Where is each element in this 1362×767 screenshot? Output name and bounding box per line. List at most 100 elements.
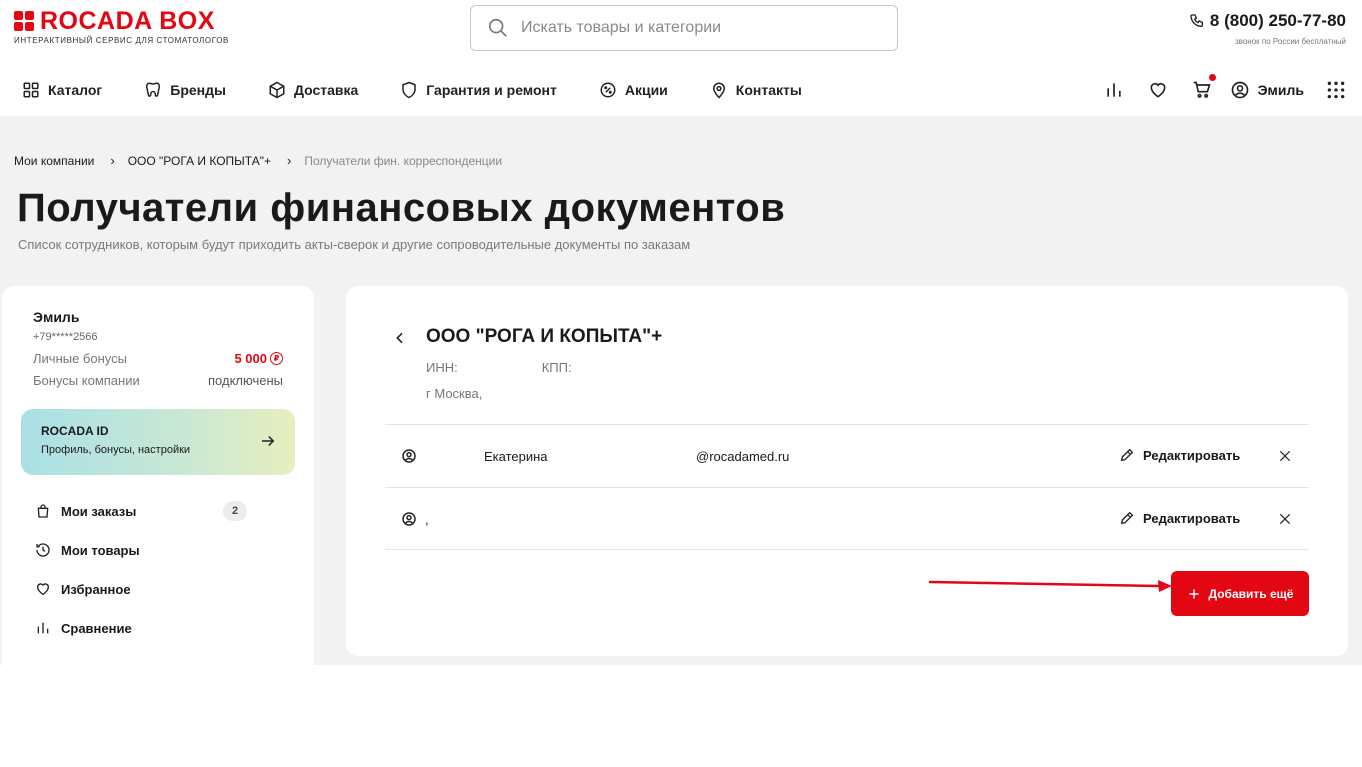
nav-warranty[interactable]: Гарантия и ремонт — [400, 78, 557, 102]
account-name: Эмиль — [33, 309, 80, 325]
recipient-email: @rocadamed.ru — [696, 449, 790, 464]
company-bonus-label: Бонусы компании — [33, 373, 140, 388]
user-profile-link[interactable]: Эмиль — [1230, 80, 1304, 100]
page-title: Получатели финансовых документов — [17, 186, 786, 230]
nav-label: Каталог — [48, 82, 103, 98]
search-input[interactable] — [521, 19, 881, 37]
edit-button[interactable]: Редактировать — [1119, 510, 1240, 526]
breadcrumb-current: Получатели фин. корреспонденции — [304, 153, 503, 168]
apps-menu-button[interactable] — [1324, 78, 1348, 102]
company-bonus-value: подключены — [208, 373, 283, 388]
user-circle-icon — [402, 449, 416, 463]
annotation-arrow-icon — [928, 580, 1172, 592]
favorites-button[interactable] — [1146, 78, 1170, 102]
location-pin-icon — [712, 82, 725, 99]
recipient-name: , — [425, 512, 429, 527]
logo-mark-icon — [14, 11, 34, 31]
logo[interactable]: ROCADA BOX ИНТЕРАКТИВНЫЙ СЕРВИС ДЛЯ СТОМ… — [14, 9, 284, 45]
site-header: ROCADA BOX ИНТЕРАКТИВНЫЙ СЕРВИС ДЛЯ СТОМ… — [0, 0, 1362, 116]
pencil-icon — [1120, 448, 1134, 462]
nav-label: Бренды — [170, 82, 226, 98]
grid-icon — [23, 82, 39, 98]
breadcrumb-my-companies[interactable]: Мои компании — [14, 154, 94, 168]
nav-delivery[interactable]: Доставка — [268, 78, 358, 102]
box-icon — [269, 81, 285, 99]
logo-subtitle: ИНТЕРАКТИВНЫЙ СЕРВИС ДЛЯ СТОМАТОЛОГОВ — [14, 36, 229, 45]
company-address: г Москва, — [426, 386, 483, 401]
chevron-left-icon[interactable] — [392, 330, 408, 346]
sidebar-item-compare[interactable]: Сравнение — [35, 620, 245, 636]
cart-button[interactable] — [1190, 74, 1216, 102]
nav-label: Акции — [624, 82, 668, 98]
ruble-icon: ₽ — [270, 352, 283, 365]
edit-label: Редактировать — [1143, 510, 1241, 526]
breadcrumb: Мои компании › ООО "РОГА И КОПЫТА"+ › По… — [14, 153, 502, 168]
user-nav: Эмиль — [1082, 74, 1348, 102]
dots-grid-icon — [1327, 81, 1345, 99]
recipients-card: ООО "РОГА И КОПЫТА"+ ИНН: КПП: г Москва,… — [346, 286, 1348, 656]
personal-bonus-amount: 5 000 ₽ — [234, 351, 283, 366]
nav-label: Доставка — [293, 82, 359, 98]
nav-contacts[interactable]: Контакты — [710, 78, 802, 102]
personal-bonus-label: Личные бонусы — [33, 351, 127, 366]
company-requisites: ИНН: КПП: — [426, 360, 572, 375]
heart-icon — [1150, 82, 1166, 98]
plus-icon — [1188, 588, 1199, 599]
personal-bonus-value: 5 000 — [234, 351, 267, 366]
nav-label: Контакты — [735, 82, 802, 98]
nav-promotions[interactable]: Акции — [599, 78, 668, 102]
user-circle-icon — [1231, 81, 1248, 99]
breadcrumb-company[interactable]: ООО "РОГА И КОПЫТА"+ — [128, 154, 271, 168]
compare-button[interactable] — [1102, 78, 1126, 102]
search-box[interactable] — [470, 5, 898, 51]
heart-icon — [36, 583, 50, 596]
sidebar-item-label: Мои заказы — [61, 503, 137, 519]
close-icon[interactable] — [1278, 512, 1292, 526]
nav-brands[interactable]: Бренды — [144, 78, 226, 102]
page-subtitle: Список сотрудников, которым будут приход… — [18, 237, 691, 252]
user-circle-icon — [402, 512, 416, 526]
cart-icon — [1193, 81, 1211, 98]
table-row: Екатерина @rocadamed.ru Редактировать — [385, 424, 1309, 487]
edit-button[interactable]: Редактировать — [1119, 447, 1240, 463]
close-icon[interactable] — [1278, 449, 1292, 463]
sidebar-item-my-products[interactable]: Мои товары — [35, 542, 245, 558]
pencil-icon — [1120, 511, 1134, 525]
rocada-id-subtitle: Профиль, бонусы, настройки — [41, 444, 191, 456]
phone-block: 8 (800) 250-77-80 звонок по России беспл… — [1189, 11, 1346, 46]
chevron-right-icon: › — [110, 153, 115, 168]
sidebar-item-favorites[interactable]: Избранное — [35, 581, 245, 597]
percent-badge-icon — [600, 82, 616, 98]
account-sidebar: Эмиль +79*****2566 Личные бонусы 5 000 ₽ … — [2, 286, 314, 676]
nav-catalog[interactable]: Каталог — [22, 78, 102, 102]
main-nav: Каталог Бренды Доставка Гарантия и ремон… — [22, 78, 844, 102]
company-name: ООО "РОГА И КОПЫТА"+ — [426, 326, 663, 347]
rocada-id-title: ROCADA ID — [41, 424, 109, 438]
inn-label: ИНН: — [426, 360, 458, 375]
add-more-button[interactable]: Добавить ещё — [1171, 571, 1309, 616]
sidebar-item-label: Избранное — [61, 581, 131, 597]
phone-icon — [1190, 14, 1203, 28]
compare-icon — [37, 622, 49, 634]
tooth-icon — [146, 82, 161, 97]
phone-note: звонок по России бесплатный — [1235, 37, 1346, 46]
account-phone: +79*****2566 — [33, 331, 98, 343]
rocada-id-card[interactable]: ROCADA ID Профиль, бонусы, настройки — [21, 409, 295, 475]
recipient-name: Екатерина — [484, 449, 548, 464]
company-bonus-row: Бонусы компании подключены — [33, 373, 283, 388]
cart-indicator-dot — [1208, 74, 1216, 81]
sidebar-item-orders[interactable]: Мои заказы 2 — [35, 501, 247, 521]
nav-label: Гарантия и ремонт — [426, 82, 557, 98]
logo-text: ROCADA BOX — [40, 7, 215, 35]
table-row: , Редактировать — [385, 487, 1309, 550]
kpp-label: КПП: — [541, 360, 572, 375]
chevron-right-icon: › — [287, 153, 292, 168]
bag-icon — [37, 504, 49, 518]
search-icon — [488, 18, 507, 37]
user-name: Эмиль — [1257, 82, 1304, 98]
shield-icon — [402, 81, 417, 99]
arrow-right-icon — [262, 435, 275, 447]
phone-number[interactable]: 8 (800) 250-77-80 — [1210, 11, 1346, 31]
add-more-label: Добавить ещё — [1208, 586, 1294, 601]
history-icon — [36, 543, 50, 557]
